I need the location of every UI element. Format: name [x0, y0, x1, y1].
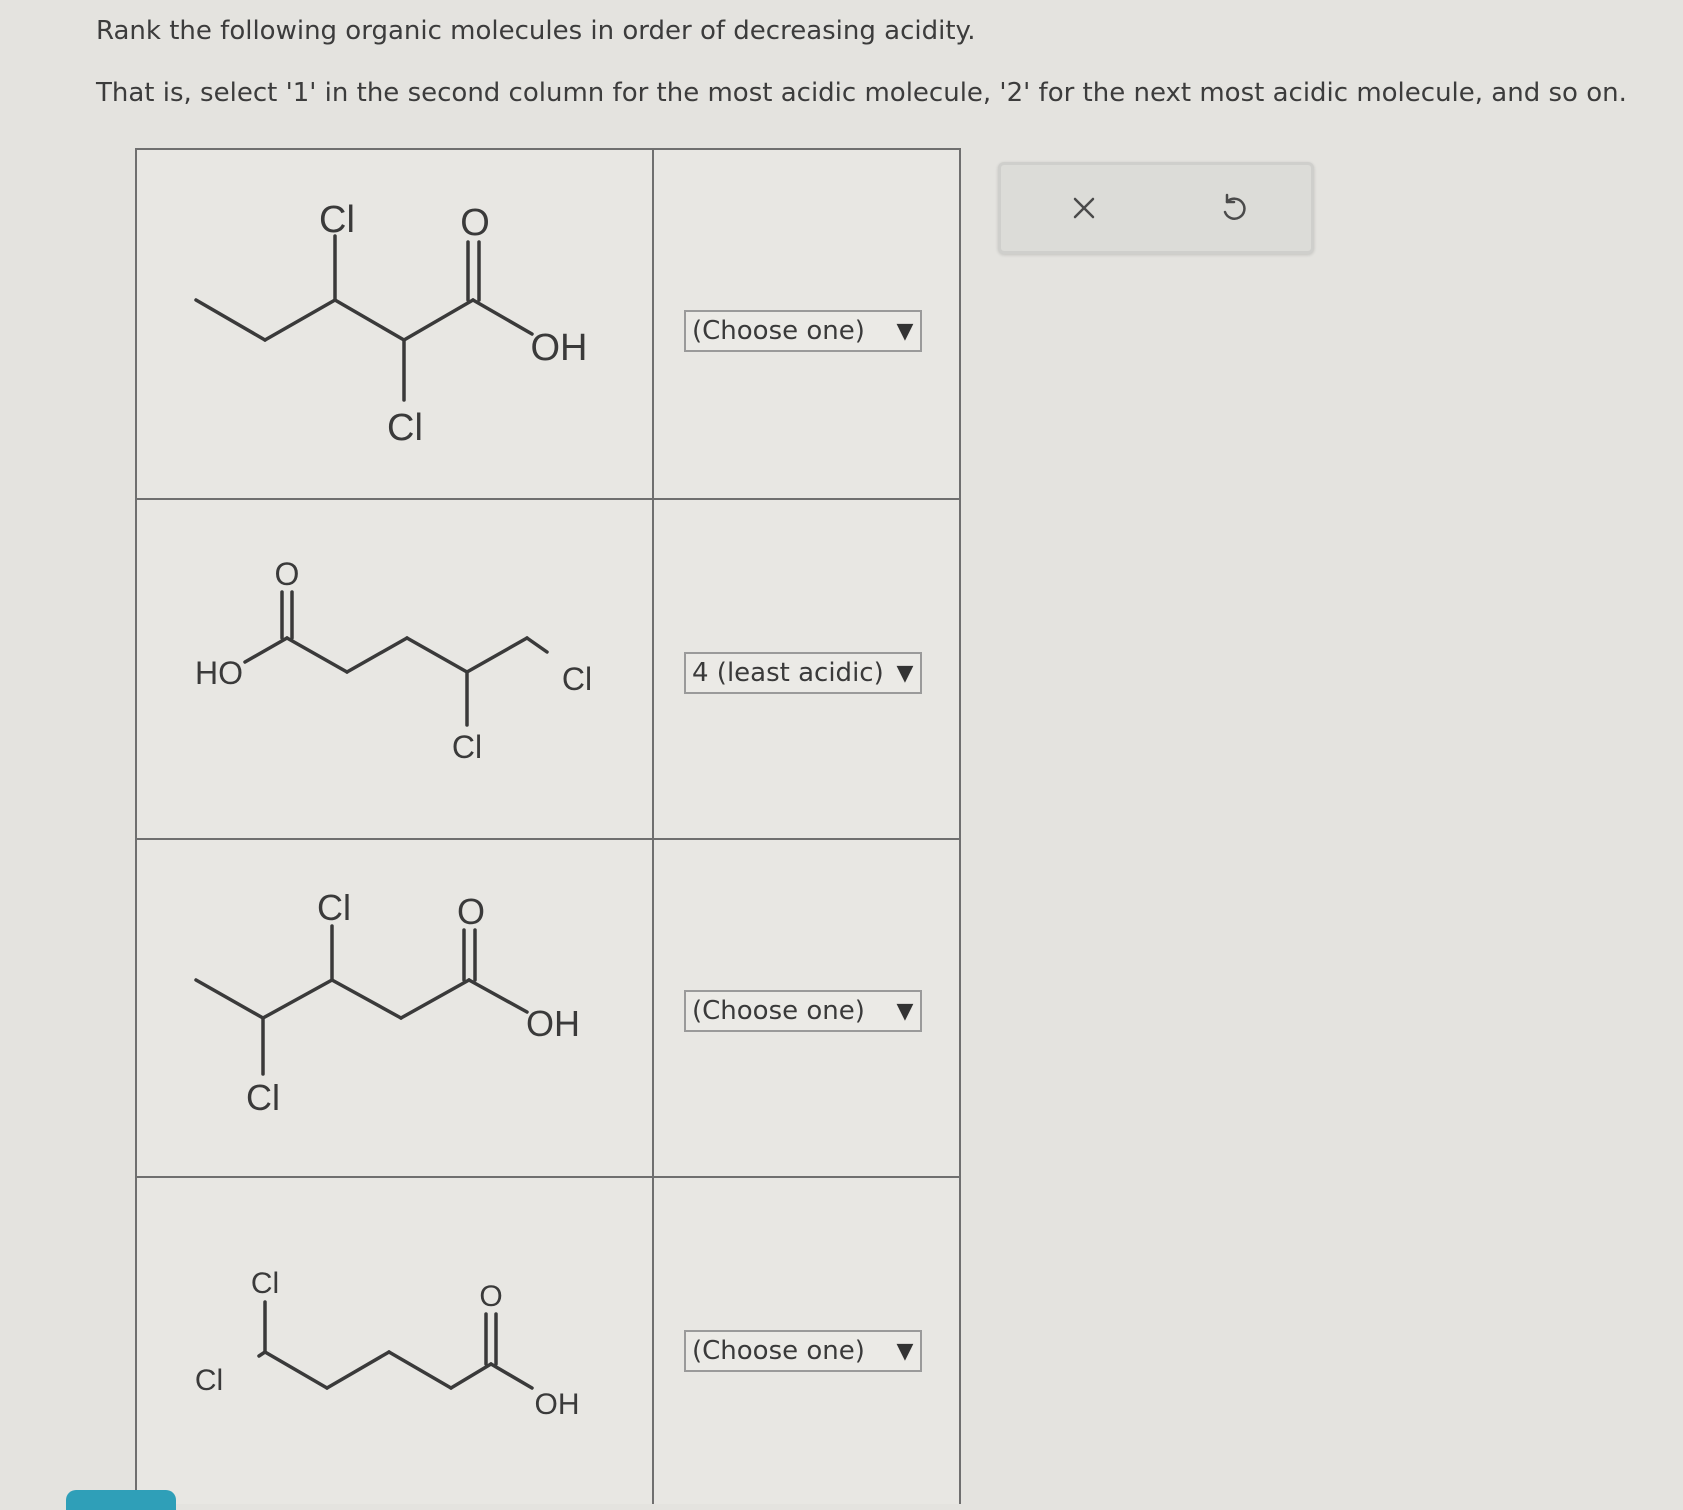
carbonyl-oxygen-label: O [457, 891, 485, 932]
rank-select-value: (Choose one) [692, 316, 865, 346]
rank-select[interactable]: (Choose one) ▼ [684, 310, 922, 352]
bond-lines [194, 234, 534, 402]
carbonyl-oxygen-label: O [460, 202, 490, 244]
question-instructions: Rank the following organic molecules in … [96, 14, 1656, 110]
table-row: Cl O OH Cl (Choose one) ▼ [137, 150, 959, 500]
rank-select[interactable]: (Choose one) ▼ [684, 990, 922, 1032]
chlorine-label: Cl [387, 407, 423, 449]
question-text: Rank the following organic molecules in … [96, 16, 976, 46]
clear-button[interactable] [1061, 185, 1107, 231]
rank-cell: 4 (least acidic) ▼ [654, 500, 959, 838]
table-row: O HO Cl Cl 4 (least acidic) ▼ [137, 500, 959, 840]
molecule-structure: Cl Cl O OH [195, 1267, 580, 1421]
undo-icon [1223, 193, 1246, 220]
undo-button[interactable] [1211, 185, 1257, 231]
molecule-cell: Cl Cl O OH [137, 1178, 654, 1504]
molecule-cell: Cl O OH Cl [137, 840, 654, 1176]
bond-lines [243, 590, 549, 727]
chlorine-label: Cl [251, 1267, 279, 1300]
rank-cell: (Choose one) ▼ [654, 150, 959, 498]
bond-lines [194, 924, 529, 1076]
bond-lines [257, 1300, 534, 1390]
rank-select-value: (Choose one) [692, 1336, 865, 1366]
bottom-tab-button[interactable] [66, 1490, 176, 1510]
x-icon [1073, 197, 1095, 219]
hydroxyl-label: OH [531, 327, 588, 369]
table-row: Cl O OH Cl (Choose one) ▼ [137, 840, 959, 1178]
ranking-table: Cl O OH Cl (Choose one) ▼ O HO Cl Cl 4 (… [135, 148, 961, 1504]
rank-select[interactable]: (Choose one) ▼ [684, 1330, 922, 1372]
hydroxyl-label: OH [526, 1003, 580, 1044]
answer-action-bar [998, 162, 1314, 254]
rank-cell: (Choose one) ▼ [654, 840, 959, 1176]
chlorine-label: Cl [195, 1364, 223, 1397]
hydroxyl-label: OH [535, 1388, 580, 1421]
question-subtext: That is, select '1' in the second column… [96, 78, 1627, 108]
rank-select-value: (Choose one) [692, 996, 865, 1026]
molecule-cell: O HO Cl Cl [137, 500, 654, 838]
carbonyl-oxygen-label: O [275, 556, 300, 592]
dropdown-arrow-icon: ▼ [896, 1338, 914, 1364]
dropdown-arrow-icon: ▼ [896, 998, 914, 1024]
table-row: Cl Cl O OH (Choose one) ▼ [137, 1178, 959, 1504]
chlorine-label: Cl [452, 729, 482, 765]
molecule-structure: Cl O OH Cl [194, 199, 588, 449]
chlorine-label: Cl [246, 1077, 280, 1118]
chlorine-label: Cl [317, 887, 351, 928]
dropdown-arrow-icon: ▼ [896, 660, 914, 686]
dropdown-arrow-icon: ▼ [896, 318, 914, 344]
molecule-structure: O HO Cl Cl [195, 556, 592, 765]
rank-select[interactable]: 4 (least acidic) ▼ [684, 652, 922, 694]
chlorine-label: Cl [319, 199, 355, 241]
carbonyl-oxygen-label: O [479, 1280, 502, 1313]
molecule-structure: Cl O OH Cl [194, 887, 580, 1118]
rank-select-value: 4 (least acidic) [692, 658, 884, 688]
molecule-cell: Cl O OH Cl [137, 150, 654, 498]
chlorine-label: Cl [562, 661, 592, 697]
page-bottom-strip [0, 1472, 1683, 1502]
hydroxyl-label: HO [195, 655, 243, 691]
rank-cell: (Choose one) ▼ [654, 1178, 959, 1504]
